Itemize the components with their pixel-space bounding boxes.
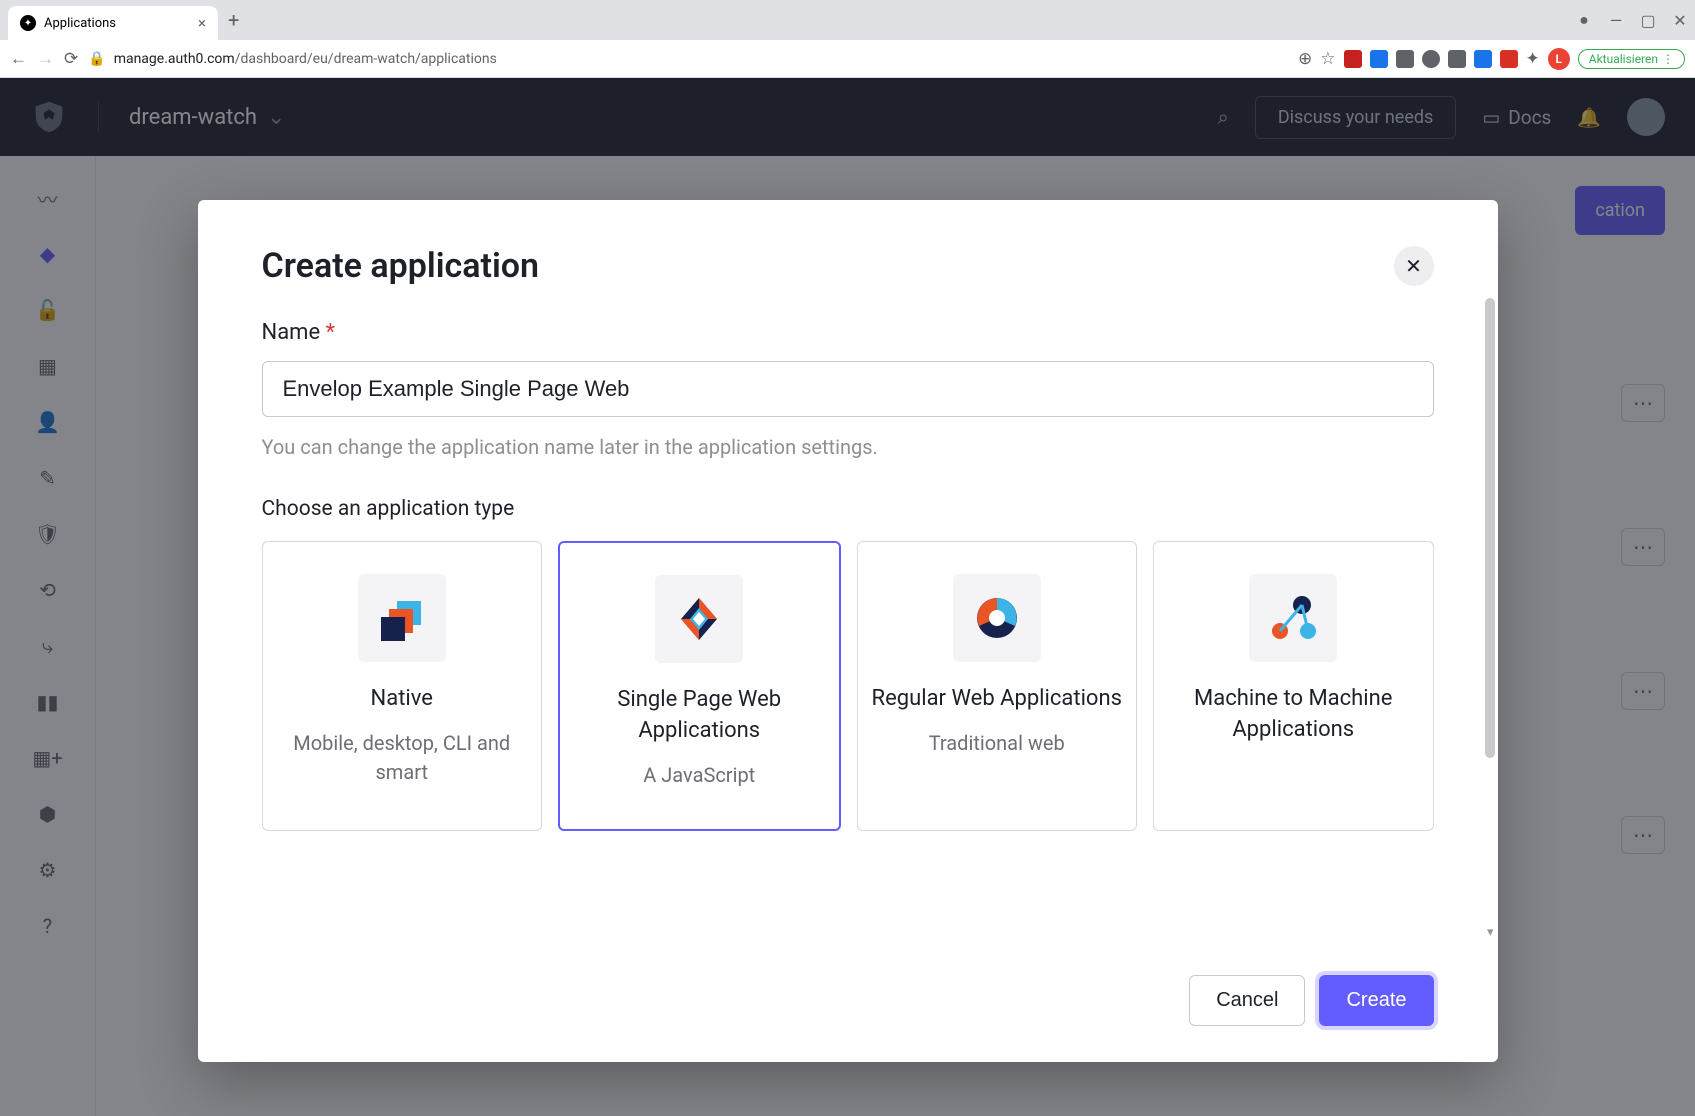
window-controls: ● — ▢ ✕ — [1577, 13, 1687, 27]
tab-title: Applications — [44, 16, 116, 31]
type-title: Single Page Web Applications — [574, 685, 825, 747]
extension-icon-1[interactable] — [1344, 50, 1362, 68]
create-application-modal: Create application ✕ ▾ Name * You can ch… — [198, 200, 1498, 1062]
tab-favicon: ✦ — [20, 15, 36, 31]
type-desc: A JavaScript — [574, 761, 825, 790]
modal-close-button[interactable]: ✕ — [1394, 246, 1434, 286]
browser-tab-strip: ✦ Applications × + ● — ▢ ✕ — [0, 0, 1695, 40]
browser-tab[interactable]: ✦ Applications × — [8, 6, 218, 40]
app-type-m2m[interactable]: Machine to Machine Applications — [1153, 541, 1434, 831]
back-button[interactable]: ← — [10, 49, 27, 69]
app-type-label: Choose an application type — [262, 497, 1434, 521]
bookmark-icon[interactable]: ☆ — [1320, 49, 1335, 69]
type-desc: Traditional web — [872, 729, 1123, 758]
name-hint: You can change the application name late… — [262, 435, 1434, 459]
close-tab-icon[interactable]: × — [198, 14, 206, 32]
modal-header: Create application ✕ — [198, 200, 1498, 296]
new-tab-button[interactable]: + — [228, 8, 239, 32]
extension-icon-4[interactable] — [1422, 50, 1440, 68]
close-window-button[interactable]: ✕ — [1673, 13, 1687, 27]
address-bar: ← → ⟳ 🔒 manage.auth0.com/dashboard/eu/dr… — [0, 40, 1695, 78]
refresh-pill[interactable]: Aktualisieren⋮ — [1578, 49, 1685, 69]
minimize-button[interactable]: — — [1609, 13, 1623, 27]
reload-button[interactable]: ⟳ — [64, 49, 78, 69]
app-type-regular[interactable]: Regular Web Applications Traditional web — [857, 541, 1138, 831]
extension-icon-5[interactable] — [1448, 50, 1466, 68]
modal-body: ▾ Name * You can change the application … — [198, 296, 1498, 944]
create-button[interactable]: Create — [1319, 975, 1433, 1026]
name-field-label: Name * — [262, 320, 1434, 345]
type-title: Machine to Machine Applications — [1168, 684, 1419, 746]
m2m-icon — [1249, 574, 1337, 662]
zoom-icon[interactable]: ⊕ — [1298, 49, 1312, 69]
extension-icon-7[interactable] — [1500, 50, 1518, 68]
app-type-spa[interactable]: Single Page Web Applications A JavaScrip… — [558, 541, 841, 831]
extension-icon-2[interactable] — [1370, 50, 1388, 68]
extension-icon-3[interactable] — [1396, 50, 1414, 68]
lock-icon: 🔒 — [88, 51, 105, 67]
regular-icon — [953, 574, 1041, 662]
app-root: dream-watch ⌄ ⌕ Discuss your needs ▭ Doc… — [0, 78, 1695, 1116]
type-title: Regular Web Applications — [872, 684, 1123, 715]
url-box[interactable]: 🔒 manage.auth0.com/dashboard/eu/dream-wa… — [88, 51, 1288, 67]
extension-icons: ⊕ ☆ ✦ L Aktualisieren⋮ — [1298, 48, 1685, 70]
spa-icon — [655, 575, 743, 663]
app-type-grid: Native Mobile, desktop, CLI and smart Si… — [262, 541, 1434, 831]
type-desc: Mobile, desktop, CLI and smart — [277, 729, 528, 787]
chrome-circle-icon[interactable]: ● — [1577, 13, 1591, 27]
modal-footer: Cancel Create — [198, 944, 1498, 1062]
extension-icon-6[interactable] — [1474, 50, 1492, 68]
scrollbar-thumb[interactable] — [1485, 298, 1495, 758]
forward-button[interactable]: → — [37, 49, 54, 69]
native-icon — [358, 574, 446, 662]
type-title: Native — [277, 684, 528, 715]
modal-title: Create application — [262, 246, 540, 286]
extensions-menu-icon[interactable]: ✦ — [1526, 49, 1540, 69]
profile-avatar[interactable]: L — [1548, 48, 1570, 70]
url-text: manage.auth0.com/dashboard/eu/dream-watc… — [114, 51, 497, 67]
scrollbar-down-icon[interactable]: ▾ — [1487, 925, 1494, 940]
application-name-input[interactable] — [262, 361, 1434, 417]
maximize-button[interactable]: ▢ — [1641, 13, 1655, 27]
cancel-button[interactable]: Cancel — [1189, 975, 1305, 1026]
app-type-native[interactable]: Native Mobile, desktop, CLI and smart — [262, 541, 543, 831]
